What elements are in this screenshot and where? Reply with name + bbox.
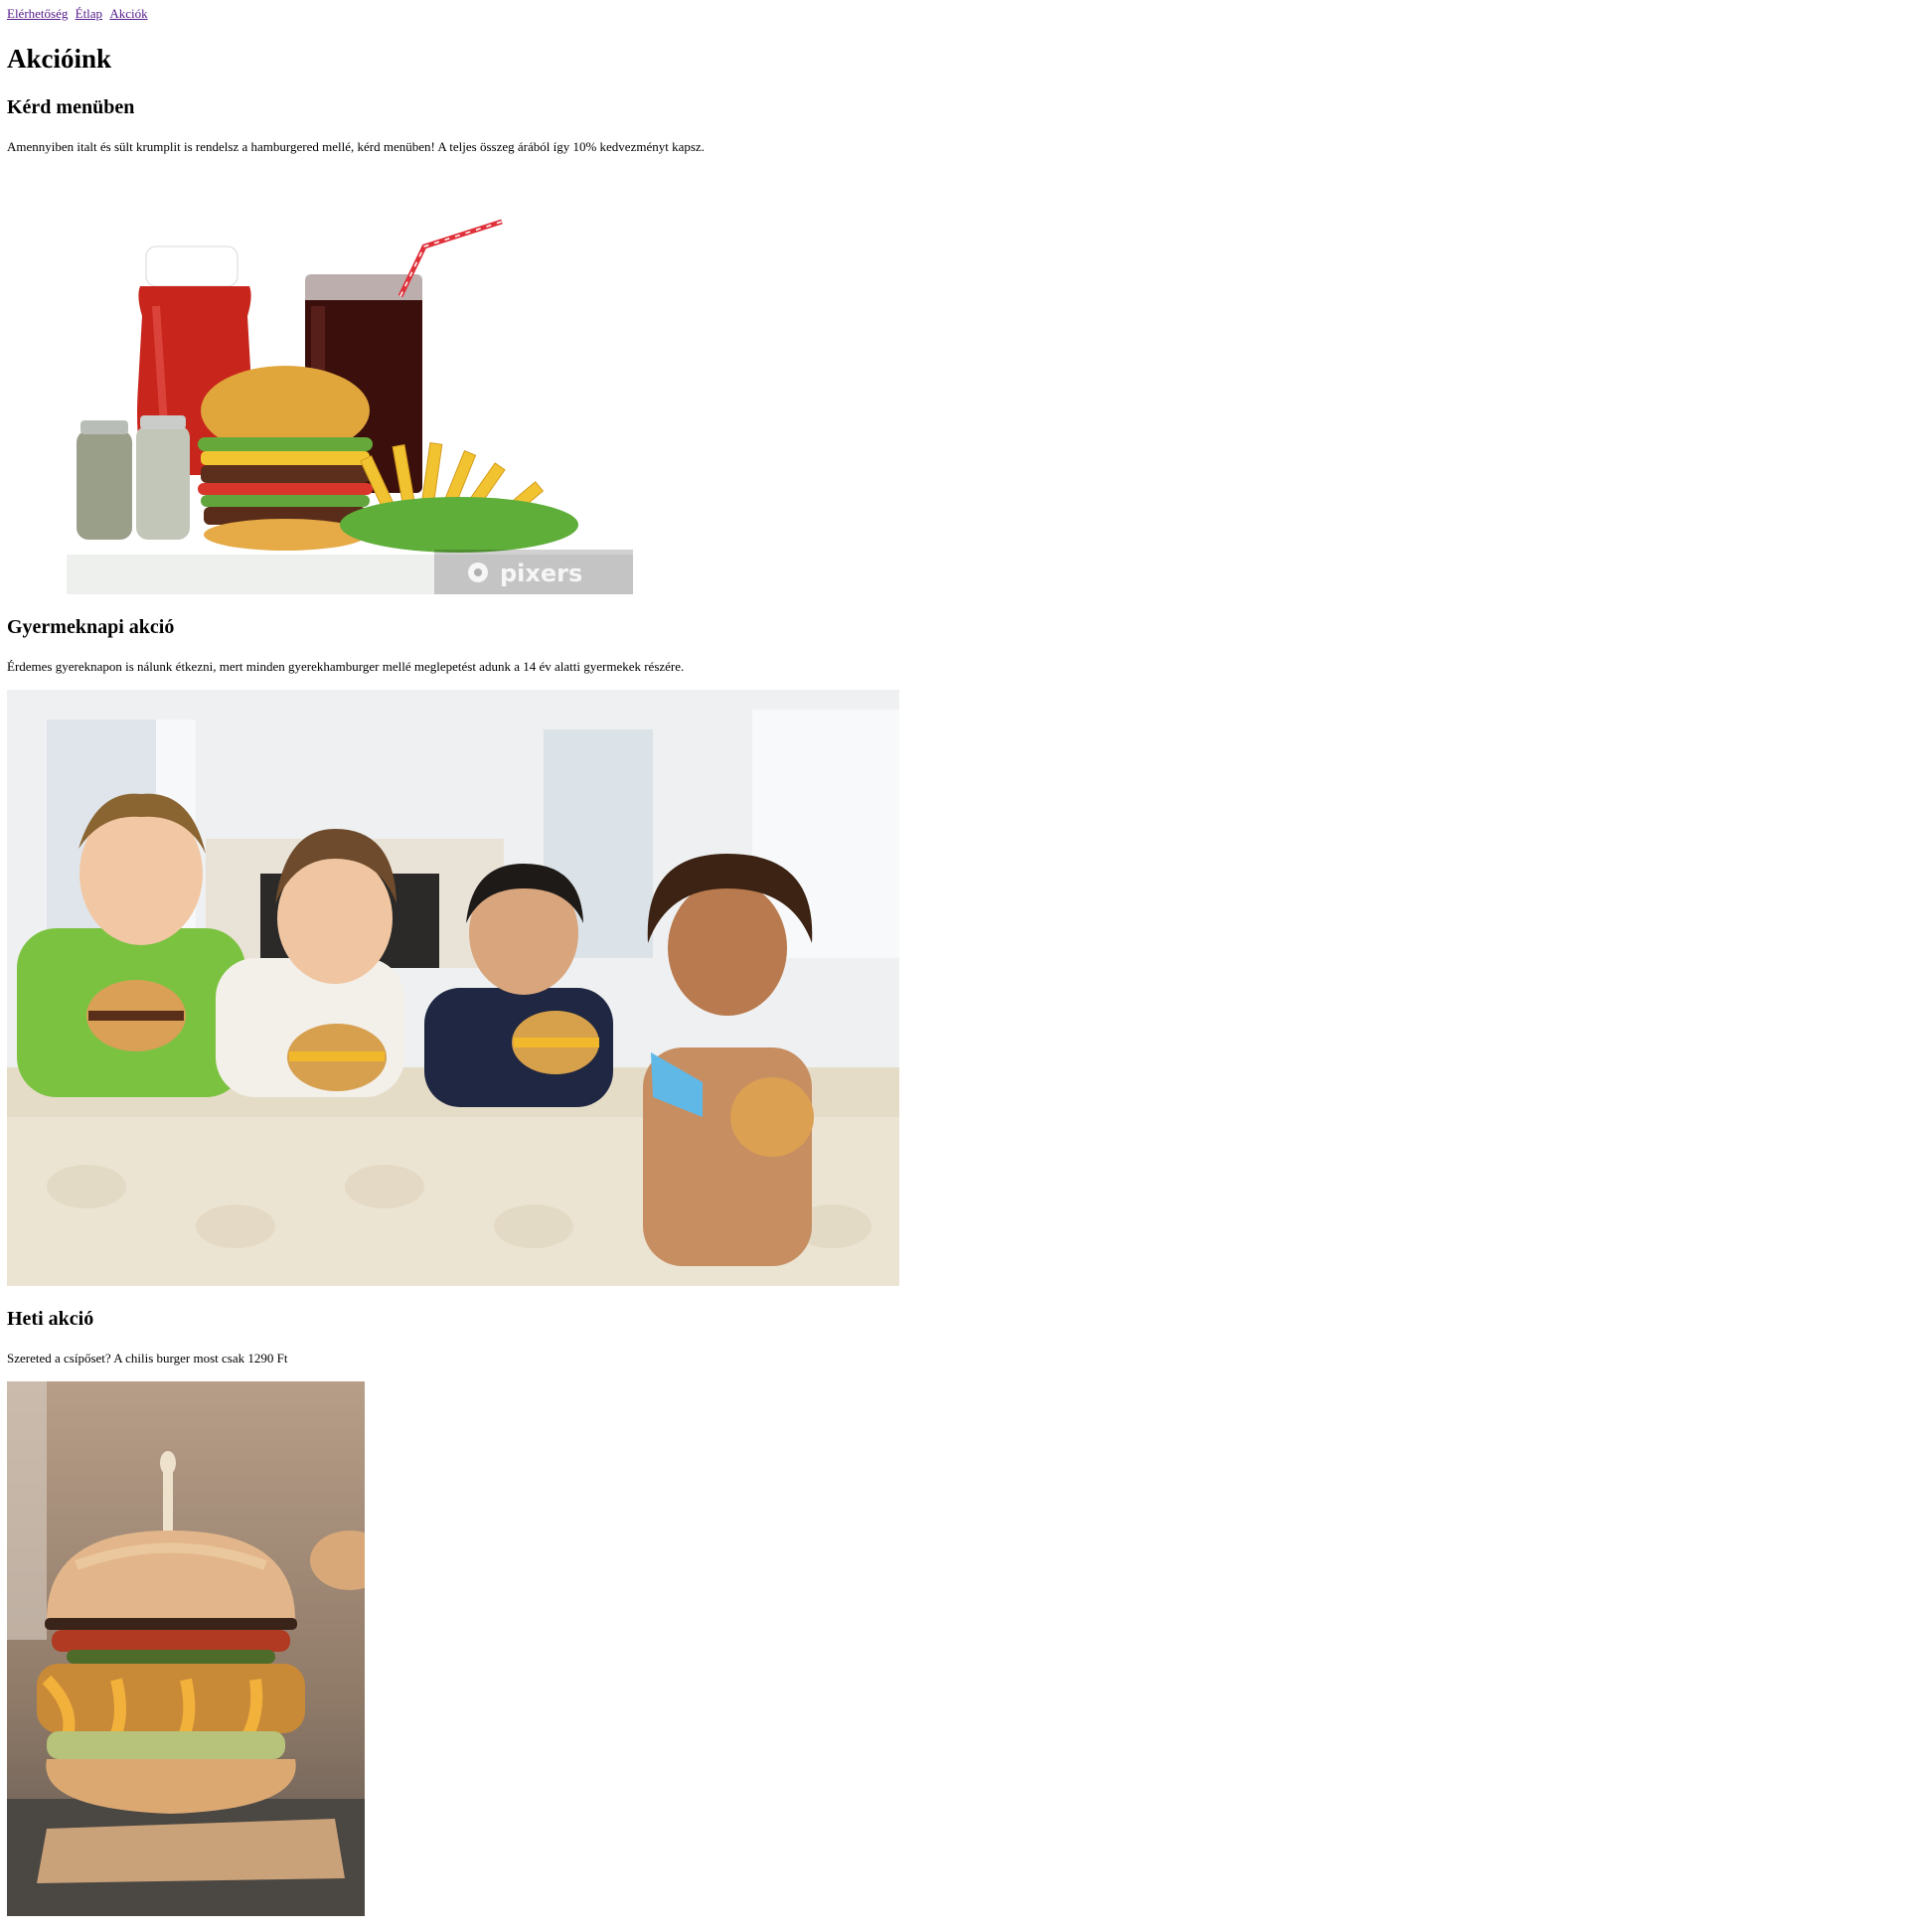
watermark-text: pixers bbox=[500, 560, 582, 587]
section-text-menu: Amennyiben italt és sült krumplit is ren… bbox=[7, 139, 705, 154]
page-title: Akcióink bbox=[7, 44, 112, 74]
menu-offer-image: pixers bbox=[7, 177, 633, 594]
weekly-offer-image bbox=[7, 1381, 365, 1916]
section-text-weekly: Szereted a csípőset? A chilis burger mos… bbox=[7, 1351, 288, 1366]
section-heading-weekly: Heti akció bbox=[7, 1308, 94, 1330]
section-heading-childrens-day: Gyermeknapi akció bbox=[7, 616, 175, 638]
section-heading-menu: Kérd menüben bbox=[7, 96, 135, 118]
childrens-day-image bbox=[7, 690, 899, 1286]
section-text-childrens-day: Érdemes gyereknapon is nálunk étkezni, m… bbox=[7, 659, 685, 674]
nav-link-menu[interactable]: Étlap bbox=[76, 6, 102, 21]
nav-link-contact[interactable]: Elérhetőség bbox=[7, 6, 68, 21]
nav-link-offers[interactable]: Akciók bbox=[109, 6, 147, 21]
top-navigation: Elérhetőség Étlap Akciók bbox=[7, 6, 148, 22]
